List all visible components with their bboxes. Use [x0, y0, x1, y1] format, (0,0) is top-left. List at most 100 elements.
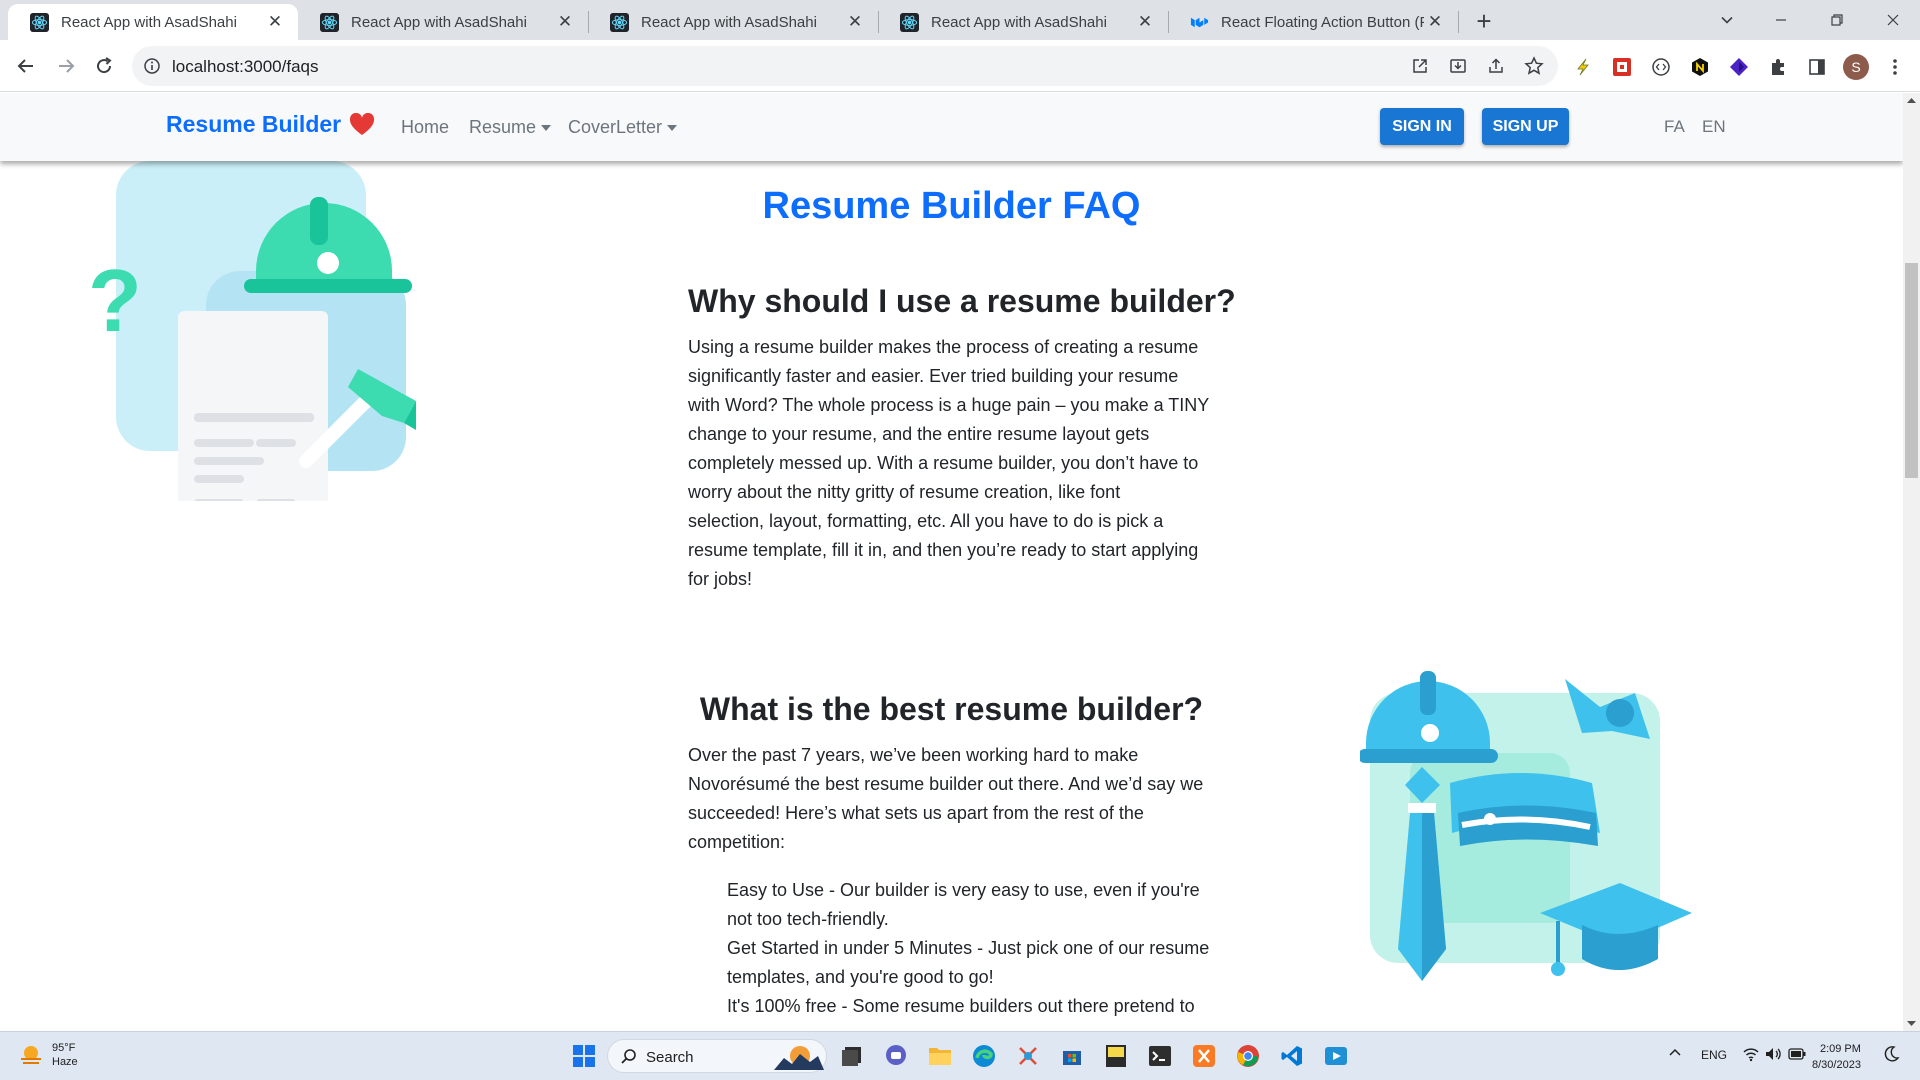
- show-hidden-icons-chevron-icon[interactable]: [1668, 1046, 1682, 1063]
- scroll-up-arrow-icon[interactable]: [1903, 93, 1920, 109]
- clock-date: 8/30/2023: [1812, 1059, 1861, 1071]
- browser-tab-4[interactable]: React App with AsadShahi ✕: [878, 4, 1168, 40]
- input-language-indicator[interactable]: ENG: [1701, 1048, 1727, 1062]
- caret-down-icon: [541, 124, 552, 131]
- restore-icon[interactable]: [1814, 6, 1860, 34]
- file-explorer-icon[interactable]: [924, 1040, 956, 1072]
- extension-code-icon[interactable]: [1648, 54, 1674, 80]
- teams-chat-icon[interactable]: [880, 1040, 912, 1072]
- nav-home-link[interactable]: Home: [401, 117, 449, 138]
- faq-answer-2: Over the past 7 years, we’ve been workin…: [688, 741, 1218, 857]
- volume-icon[interactable]: [1764, 1046, 1782, 1065]
- browser-tab-3[interactable]: React App with AsadShahi ✕: [588, 4, 878, 40]
- answer-line: Using a resume builder makes the process…: [688, 337, 1199, 357]
- answer-line: for jobs!: [688, 569, 753, 589]
- open-in-new-icon[interactable]: [1408, 54, 1432, 78]
- feature-line: Easy to Use - Our builder is very easy t…: [727, 880, 1200, 900]
- back-icon[interactable]: [12, 52, 40, 80]
- browser-tab-5[interactable]: React Floating Action Button (FAB ✕: [1168, 4, 1458, 40]
- address-bar[interactable]: localhost:3000/faqs: [132, 46, 1558, 86]
- browser-tab-2[interactable]: React App with AsadShahi ✕: [298, 4, 588, 40]
- minimize-icon[interactable]: [1758, 6, 1804, 34]
- system-clock[interactable]: 2:09 PM 8/30/2023: [1812, 1041, 1861, 1073]
- browser-tab-1[interactable]: React App with AsadShahi ✕: [8, 4, 298, 40]
- answer-line: with Word? The whole process is a huge p…: [688, 395, 1210, 415]
- side-panel-icon[interactable]: [1804, 54, 1830, 80]
- sign-in-button[interactable]: SIGN IN: [1380, 108, 1464, 145]
- nav-home-label: Home: [401, 117, 450, 137]
- answer-line: selection, layout, formatting, etc. All …: [688, 511, 1164, 531]
- faq-question-1: Why should I use a resume builder?: [688, 283, 1236, 319]
- site-info-icon[interactable]: [140, 54, 164, 78]
- close-window-icon[interactable]: [1870, 6, 1916, 34]
- extension-purple-icon[interactable]: [1726, 54, 1752, 80]
- weather-description: Haze: [52, 1056, 78, 1068]
- caret-down-icon: [667, 124, 678, 131]
- language-fa-link[interactable]: FA: [1664, 117, 1685, 137]
- nav-resume-dropdown[interactable]: Resume: [469, 117, 552, 138]
- page-scrollbar[interactable]: [1903, 93, 1920, 1031]
- browser-menu-icon[interactable]: [1882, 54, 1908, 80]
- start-button-icon[interactable]: [568, 1040, 600, 1072]
- microsoft-store-icon[interactable]: [1056, 1040, 1088, 1072]
- vscode-icon[interactable]: [1276, 1040, 1308, 1072]
- clock-time: 2:09 PM: [1819, 1043, 1861, 1055]
- install-app-icon[interactable]: [1446, 54, 1470, 78]
- scroll-down-arrow-icon[interactable]: [1903, 1015, 1920, 1031]
- extension-n-icon[interactable]: [1687, 54, 1713, 80]
- profile-avatar[interactable]: S: [1843, 54, 1869, 80]
- language-en-link[interactable]: EN: [1702, 117, 1726, 137]
- brand-text: Resume Builder: [166, 111, 342, 137]
- reload-icon[interactable]: [90, 52, 118, 80]
- react-icon: [610, 12, 629, 32]
- new-tab-button[interactable]: +: [1470, 8, 1498, 36]
- snipping-tool-icon[interactable]: [1012, 1040, 1044, 1072]
- feature-line: not too tech-friendly.: [727, 909, 889, 929]
- extension-red-icon[interactable]: [1609, 54, 1635, 80]
- extension-lightning-icon[interactable]: [1570, 54, 1596, 80]
- sticky-notes-icon[interactable]: [1100, 1040, 1132, 1072]
- extensions-puzzle-icon[interactable]: [1765, 54, 1791, 80]
- edge-browser-icon[interactable]: [968, 1040, 1000, 1072]
- terminal-icon[interactable]: [1144, 1040, 1176, 1072]
- close-icon[interactable]: ✕: [554, 12, 576, 32]
- close-icon[interactable]: ✕: [264, 12, 286, 32]
- forward-icon[interactable]: [52, 52, 80, 80]
- battery-icon[interactable]: [1788, 1047, 1806, 1064]
- wifi-icon[interactable]: [1742, 1046, 1760, 1065]
- answer-line: worry about the nitty gritty of resume c…: [688, 482, 1121, 502]
- url-text: localhost:3000/faqs: [172, 57, 319, 76]
- brand-logo[interactable]: Resume Builder: [166, 111, 375, 138]
- feature-item-easy-to-use: Easy to Use - Our builder is very easy t…: [727, 876, 1227, 934]
- search-highlight-image: [774, 1046, 824, 1070]
- close-icon[interactable]: ✕: [844, 12, 866, 32]
- nav-resume-label: Resume: [469, 117, 537, 137]
- sun-haze-icon: [21, 1046, 41, 1064]
- task-view-icon[interactable]: [836, 1040, 868, 1072]
- feature-item-get-started: Get Started in under 5 Minutes - Just pi…: [727, 934, 1227, 992]
- media-player-icon[interactable]: [1320, 1040, 1352, 1072]
- svg-text:?: ?: [88, 251, 142, 350]
- bookmark-star-icon[interactable]: [1522, 54, 1546, 78]
- answer-line: change to your resume, and the entire re…: [688, 424, 1150, 444]
- close-icon[interactable]: ✕: [1424, 12, 1446, 32]
- search-icon: [621, 1049, 636, 1064]
- chrome-icon[interactable]: [1232, 1040, 1264, 1072]
- weather-widget[interactable]: 95°F Haze: [18, 1041, 78, 1069]
- heart-icon: [350, 112, 375, 135]
- share-icon[interactable]: [1484, 54, 1508, 78]
- sign-up-button[interactable]: SIGN UP: [1482, 108, 1569, 145]
- notifications-moon-icon[interactable]: [1884, 1045, 1900, 1066]
- taskbar-search-box[interactable]: Search: [607, 1039, 827, 1073]
- tab-title: React Floating Action Button (FAB: [1221, 13, 1424, 31]
- react-icon: [320, 12, 339, 32]
- faq-answer-1: Using a resume builder makes the process…: [688, 333, 1218, 594]
- react-icon: [900, 12, 919, 32]
- close-icon[interactable]: ✕: [1134, 12, 1156, 32]
- tab-search-icon[interactable]: [1704, 6, 1750, 34]
- answer-line: succeeded! Here’s what sets us apart fro…: [688, 803, 1144, 823]
- scrollbar-thumb[interactable]: [1905, 263, 1918, 478]
- career-illustration-right: [1360, 671, 1692, 981]
- xampp-icon[interactable]: [1188, 1040, 1220, 1072]
- nav-coverletter-dropdown[interactable]: CoverLetter: [568, 117, 678, 138]
